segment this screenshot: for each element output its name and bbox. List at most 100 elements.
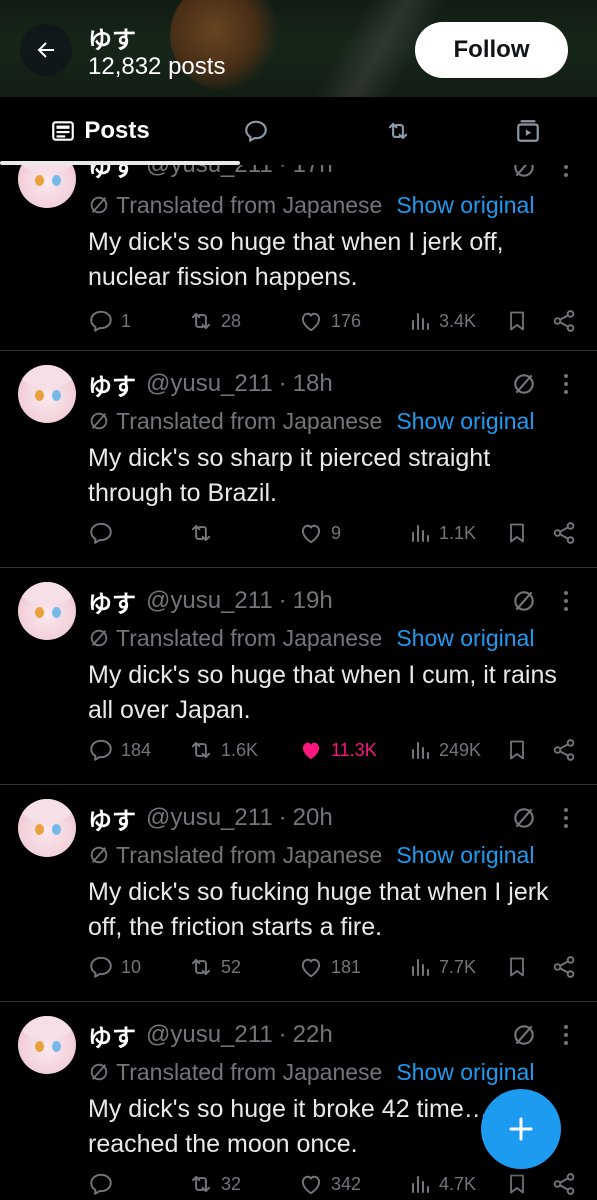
grok-icon[interactable] <box>511 1022 537 1048</box>
more-options-icon[interactable] <box>556 165 576 180</box>
more-options-icon[interactable] <box>556 1022 576 1048</box>
bookmark-button[interactable] <box>505 1169 529 1199</box>
reply-button[interactable]: 1 <box>88 306 131 336</box>
like-button[interactable]: 176 <box>298 306 361 336</box>
tweet-actions: 184 1.6K 11.3K 249K <box>88 735 588 765</box>
tweet-handle[interactable]: @yusu_211 <box>146 165 273 179</box>
translate-icon <box>90 412 108 430</box>
retweet-icon <box>191 312 211 330</box>
tweet-feed[interactable]: ゆす @yusu_211 · 17h Translated from Japan… <box>0 165 597 1200</box>
posts-icon <box>52 121 75 141</box>
show-original-link[interactable]: Show original <box>396 192 534 219</box>
like-button[interactable]: 11.3K <box>298 735 377 765</box>
tweet-time[interactable]: 18h <box>293 370 333 398</box>
reply-button[interactable] <box>88 518 121 548</box>
tweet-author-name[interactable]: ゆす <box>88 801 136 836</box>
show-original-link[interactable]: Show original <box>396 408 534 435</box>
view-count: 249K <box>439 739 482 760</box>
views-button[interactable]: 1.1K <box>408 518 476 548</box>
bookmark-icon <box>510 957 524 977</box>
repost-button[interactable]: 1.6K <box>188 735 258 765</box>
like-button[interactable]: 9 <box>298 518 341 548</box>
like-button[interactable]: 181 <box>298 952 361 982</box>
tweet[interactable]: ゆす @yusu_211 · 18h Translated from Japan… <box>0 351 597 568</box>
tweet-author-name[interactable]: ゆす <box>88 367 136 402</box>
avatar[interactable] <box>18 582 76 640</box>
tweet-time[interactable]: 22h <box>293 1021 333 1049</box>
tweet[interactable]: ゆす @yusu_211 · 20h Translated from Japan… <box>0 785 597 1002</box>
like-button[interactable]: 342 <box>298 1169 361 1199</box>
repost-button[interactable]: 28 <box>188 306 241 336</box>
reply-icon <box>245 120 267 142</box>
show-original-link[interactable]: Show original <box>396 1059 534 1086</box>
like-count: 11.3K <box>331 739 377 760</box>
bookmark-icon <box>510 523 524 543</box>
heart-filled-icon <box>302 742 320 760</box>
tab-replies[interactable] <box>228 97 284 165</box>
translated-label: Translated from Japanese <box>116 841 383 868</box>
bookmark-button[interactable] <box>505 735 529 765</box>
share-icon <box>553 956 575 978</box>
grok-icon[interactable] <box>511 165 537 180</box>
view-count: 4.7K <box>439 1173 477 1194</box>
translate-icon <box>90 846 108 864</box>
more-options-icon[interactable] <box>556 588 576 614</box>
bookmark-button[interactable] <box>505 952 529 982</box>
tweet-author-name[interactable]: ゆす <box>88 584 136 619</box>
reply-button[interactable]: 184 <box>88 735 151 765</box>
tab-media[interactable] <box>500 97 556 165</box>
repost-button[interactable] <box>188 518 221 548</box>
repost-count: 52 <box>221 956 242 977</box>
avatar[interactable] <box>18 1016 76 1074</box>
tweet[interactable]: ゆす @yusu_211 · 19h Translated from Japan… <box>0 568 597 785</box>
like-count: 181 <box>331 956 362 977</box>
tweet-handle[interactable]: @yusu_211 <box>146 370 273 398</box>
views-button[interactable]: 249K <box>408 735 481 765</box>
show-original-link[interactable]: Show original <box>396 625 534 652</box>
tweet-time[interactable]: 17h <box>293 165 333 179</box>
tweet[interactable]: ゆす @yusu_211 · 17h Translated from Japan… <box>0 165 597 351</box>
repost-button[interactable]: 32 <box>188 1169 241 1199</box>
compose-post-button[interactable] <box>481 1089 561 1169</box>
share-button[interactable] <box>551 735 577 765</box>
share-icon <box>553 739 575 761</box>
translation-notice: Translated from Japanese Show original <box>88 1056 534 1088</box>
avatar[interactable] <box>18 799 76 857</box>
show-original-link[interactable]: Show original <box>396 842 534 869</box>
bookmark-button[interactable] <box>505 306 529 336</box>
tweet-handle[interactable]: @yusu_211 <box>146 804 273 832</box>
tweet-text: My dick's so fucking huge that when I je… <box>88 878 549 941</box>
reply-button[interactable]: 10 <box>88 952 141 982</box>
tweet-author-name[interactable]: ゆす <box>88 1018 136 1053</box>
tweet-time[interactable]: 19h <box>293 587 333 615</box>
tweet-handle[interactable]: @yusu_211 <box>146 587 273 615</box>
tab-posts[interactable]: Posts <box>20 97 180 165</box>
grok-icon[interactable] <box>511 588 537 614</box>
share-button[interactable] <box>551 518 577 548</box>
tweet-header: ゆす @yusu_211 · 22h <box>88 1018 333 1052</box>
share-button[interactable] <box>551 952 577 982</box>
like-count: 9 <box>331 522 342 543</box>
more-options-icon[interactable] <box>556 371 576 397</box>
heart-icon <box>301 524 321 544</box>
back-button[interactable] <box>20 24 72 76</box>
tab-reposts[interactable] <box>370 97 426 165</box>
views-button[interactable]: 7.7K <box>408 952 476 982</box>
avatar[interactable] <box>18 165 76 208</box>
repost-button[interactable]: 52 <box>188 952 241 982</box>
views-icon <box>412 525 429 542</box>
views-button[interactable]: 3.4K <box>408 306 476 336</box>
tweet-author-name[interactable]: ゆす <box>88 165 136 183</box>
tweet-time[interactable]: 20h <box>293 804 333 832</box>
more-options-icon[interactable] <box>556 805 576 831</box>
views-button[interactable]: 4.7K <box>408 1169 476 1199</box>
share-button[interactable] <box>551 306 577 336</box>
share-button[interactable] <box>551 1169 577 1199</box>
tweet-handle[interactable]: @yusu_211 <box>146 1021 273 1049</box>
follow-button[interactable]: Follow <box>415 22 568 78</box>
grok-icon[interactable] <box>511 805 537 831</box>
reply-button[interactable] <box>88 1169 121 1199</box>
bookmark-button[interactable] <box>505 518 529 548</box>
grok-icon[interactable] <box>511 371 537 397</box>
avatar[interactable] <box>18 365 76 423</box>
